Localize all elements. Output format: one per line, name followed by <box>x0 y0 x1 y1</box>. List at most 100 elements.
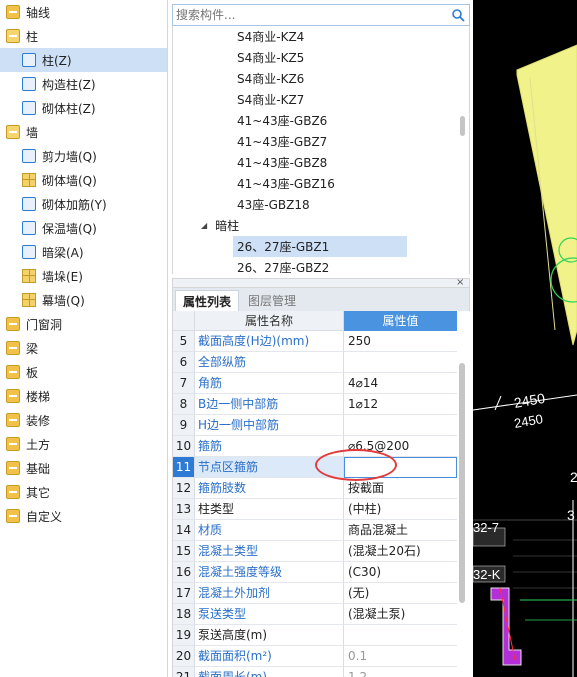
property-row[interactable]: 19 泵送高度(m) <box>173 625 457 646</box>
tree-item[interactable]: 梁 <box>0 336 167 360</box>
component-label: S4商业-KZ4 <box>237 30 305 44</box>
tree-item[interactable]: 轴线 <box>0 0 167 24</box>
property-value[interactable]: 1.2 <box>344 667 457 677</box>
property-name: 柱类型 <box>195 499 344 520</box>
tab-property-list[interactable]: 属性列表 <box>175 290 240 311</box>
tree-item[interactable]: 保温墙(Q) <box>0 216 167 240</box>
property-row[interactable]: 13 柱类型 (中柱) <box>173 499 457 520</box>
tree-item[interactable]: 墙 <box>0 120 167 144</box>
cad-label-b: 32-K <box>473 567 501 582</box>
component-item[interactable]: S4商业-KZ6 <box>233 68 407 89</box>
property-value[interactable] <box>344 415 457 436</box>
property-value[interactable]: (无) <box>344 583 457 604</box>
property-value[interactable]: (C30) <box>344 562 457 583</box>
component-item[interactable]: 43座-GBZ18 <box>233 194 407 215</box>
shear-wall-icon <box>22 149 36 163</box>
component-item[interactable]: 26、27座-GBZ1 <box>233 236 407 257</box>
insulation-wall-icon <box>22 221 36 235</box>
property-row[interactable]: 6 全部纵筋 <box>173 352 457 373</box>
tree-item[interactable]: 基础 <box>0 456 167 480</box>
property-value[interactable]: (混凝土20石) <box>344 541 457 562</box>
tree-item-label: 构造柱(Z) <box>42 77 96 92</box>
tree-item[interactable]: 暗梁(A) <box>0 240 167 264</box>
property-row[interactable]: 10 箍筋 ⌀6.5@200 <box>173 436 457 457</box>
component-list-scrollbar[interactable] <box>460 116 465 136</box>
tree-item[interactable]: 楼梯 <box>0 384 167 408</box>
cad-drawing-canvas[interactable]: 2450 2450 2 3 32-7 32-K <box>473 0 577 677</box>
tree-item-label: 柱 <box>26 29 39 44</box>
component-item[interactable]: 26、27座-GBZ2 <box>233 257 407 274</box>
property-table-header: 属性名称 属性值 <box>173 311 457 331</box>
collapse-arrow-icon[interactable]: ◢ <box>201 221 207 230</box>
tree-item[interactable]: 墙垛(E) <box>0 264 167 288</box>
property-value[interactable] <box>344 625 457 646</box>
property-value-input[interactable] <box>344 457 457 478</box>
tree-item-label: 梁 <box>26 341 39 356</box>
tree-item-label: 楼梯 <box>26 389 51 404</box>
tree-item[interactable]: 砌体加筋(Y) <box>0 192 167 216</box>
property-value[interactable]: 250 <box>344 331 457 352</box>
tree-item-label: 砌体墙(Q) <box>42 173 97 188</box>
property-row[interactable]: 7 角筋 4⌀14 <box>173 373 457 394</box>
component-item[interactable]: S4商业-KZ7 <box>233 89 407 110</box>
tree-item[interactable]: 幕墙(Q) <box>0 288 167 312</box>
property-value[interactable] <box>344 352 457 373</box>
tree-item-label: 土方 <box>26 437 51 452</box>
search-box <box>172 4 470 26</box>
property-row[interactable]: 16 混凝土强度等级 (C30) <box>173 562 457 583</box>
row-number: 17 <box>173 583 195 604</box>
search-input[interactable] <box>173 5 449 25</box>
property-name: 泵送高度(m) <box>195 625 344 646</box>
component-item[interactable]: S4商业-KZ5 <box>233 47 407 68</box>
tree-item[interactable]: 柱 <box>0 24 167 48</box>
property-value[interactable]: 0.1 <box>344 646 457 667</box>
property-value[interactable]: ⌀6.5@200 <box>344 436 457 457</box>
component-item[interactable]: 41~43座-GBZ6 <box>233 110 407 131</box>
component-group[interactable]: ◢ 暗柱 <box>201 215 239 236</box>
component-item[interactable]: S4商业-KZ4 <box>233 26 407 47</box>
tree-item[interactable]: 自定义 <box>0 504 167 528</box>
tree-item[interactable]: 土方 <box>0 432 167 456</box>
property-value[interactable]: 商品混凝土 <box>344 520 457 541</box>
property-row[interactable]: 8 B边一侧中部筋 1⌀12 <box>173 394 457 415</box>
tree-item[interactable]: 构造柱(Z) <box>0 72 167 96</box>
folder-icon <box>6 365 20 379</box>
close-icon[interactable]: × <box>456 277 464 288</box>
property-row[interactable]: 21 截面周长(m) 1.2 <box>173 667 457 677</box>
component-item[interactable]: 41~43座-GBZ7 <box>233 131 407 152</box>
component-item[interactable]: 41~43座-GBZ16 <box>233 173 407 194</box>
property-row[interactable]: 5 截面高度(H边)(mm) 250 <box>173 331 457 352</box>
property-row[interactable]: 15 混凝土类型 (混凝土20石) <box>173 541 457 562</box>
tree-item[interactable]: 柱(Z) <box>0 48 167 72</box>
property-row[interactable]: 11 节点区箍筋 <box>173 457 457 478</box>
property-value[interactable]: (中柱) <box>344 499 457 520</box>
tree-item-label: 砌体加筋(Y) <box>42 197 107 212</box>
wall-pier-icon <box>22 269 36 283</box>
property-row[interactable]: 14 材质 商品混凝土 <box>173 520 457 541</box>
cad-label-d: 3 <box>567 507 575 523</box>
search-icon[interactable] <box>451 8 465 22</box>
property-value[interactable]: 4⌀14 <box>344 373 457 394</box>
property-row[interactable]: 9 H边一侧中部筋 <box>173 415 457 436</box>
tree-item[interactable]: 砌体柱(Z) <box>0 96 167 120</box>
tree-item[interactable]: 板 <box>0 360 167 384</box>
tree-item[interactable]: 装修 <box>0 408 167 432</box>
property-row[interactable]: 18 泵送类型 (混凝土泵) <box>173 604 457 625</box>
folder-icon <box>6 461 20 475</box>
property-row[interactable]: 17 混凝土外加剂 (无) <box>173 583 457 604</box>
property-value[interactable]: (混凝土泵) <box>344 604 457 625</box>
property-row[interactable]: 12 箍筋肢数 按截面 <box>173 478 457 499</box>
tree-item-label: 门窗洞 <box>26 317 63 332</box>
component-item[interactable]: 41~43座-GBZ8 <box>233 152 407 173</box>
property-value[interactable]: 按截面 <box>344 478 457 499</box>
tab-layer-management[interactable]: 图层管理 <box>241 290 303 311</box>
property-value[interactable]: 1⌀12 <box>344 394 457 415</box>
property-value-header: 属性值 <box>344 311 457 331</box>
property-row[interactable]: 20 截面面积(m²) 0.1 <box>173 646 457 667</box>
tree-item[interactable]: 门窗洞 <box>0 312 167 336</box>
tree-item[interactable]: 其它 <box>0 480 167 504</box>
cad-label-c: 2 <box>570 469 577 485</box>
property-table-scrollbar[interactable] <box>459 363 465 603</box>
tree-item[interactable]: 剪力墙(Q) <box>0 144 167 168</box>
tree-item[interactable]: 砌体墙(Q) <box>0 168 167 192</box>
